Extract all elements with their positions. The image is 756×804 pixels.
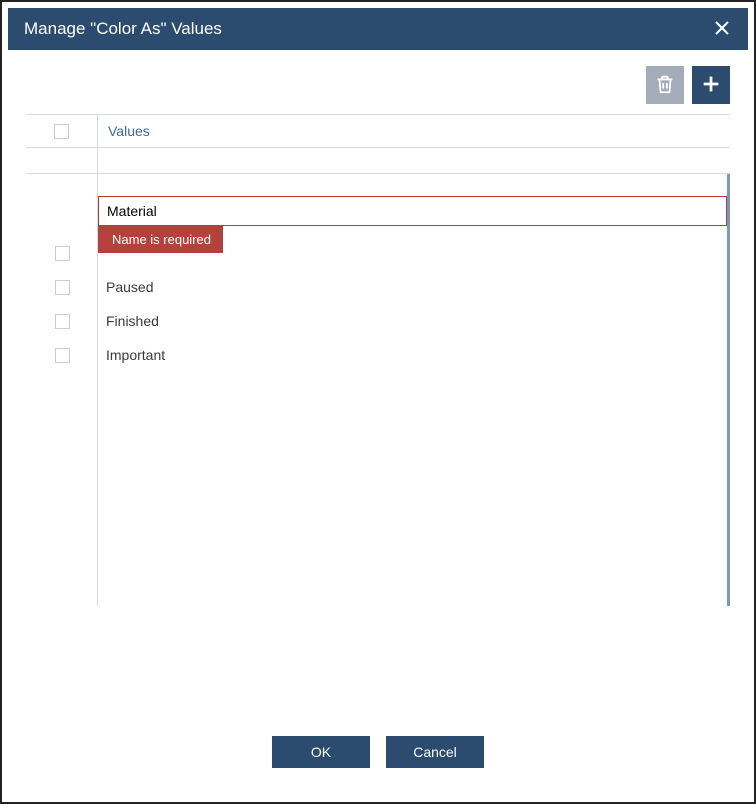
validation-error-tooltip: Name is required [98, 226, 223, 253]
list-item[interactable]: Important [98, 338, 727, 372]
row-label: Finished [98, 313, 159, 329]
trash-icon [654, 73, 676, 98]
row-checkbox[interactable] [55, 314, 70, 329]
column-header-values[interactable]: Values [98, 123, 730, 139]
values-body: Name is required x Paused Finished [26, 174, 730, 444]
value-name-input[interactable] [98, 196, 727, 226]
filter-check-cell [26, 148, 98, 173]
dialog-footer: OK Cancel [8, 714, 748, 796]
close-button[interactable] [708, 15, 736, 43]
dialog-titlebar: Manage "Color As" Values [8, 8, 748, 50]
select-all-checkbox[interactable] [54, 124, 69, 139]
cancel-button[interactable]: Cancel [386, 736, 484, 768]
column-header-row: Values [26, 114, 730, 148]
ok-button[interactable]: OK [272, 736, 370, 768]
select-all-cell [26, 115, 98, 147]
edit-row: Name is required [98, 196, 727, 226]
plus-icon [700, 73, 722, 98]
row-checkbox[interactable] [55, 348, 70, 363]
delete-button[interactable] [646, 66, 684, 104]
close-icon [715, 21, 729, 38]
row-label: Paused [98, 279, 153, 295]
row-checkbox[interactable] [55, 246, 70, 261]
filter-cell[interactable] [98, 148, 730, 173]
dialog-title: Manage "Color As" Values [24, 19, 222, 39]
list-item[interactable]: Paused [98, 270, 727, 304]
values-column: Name is required x Paused Finished [98, 174, 730, 606]
add-button[interactable] [692, 66, 730, 104]
row-checkbox[interactable] [55, 280, 70, 295]
filter-row [26, 148, 730, 174]
row-label: Important [98, 347, 165, 363]
toolbar [8, 50, 748, 114]
list-item[interactable]: Finished [98, 304, 727, 338]
manage-values-dialog: Manage "Color As" Values [8, 8, 748, 796]
